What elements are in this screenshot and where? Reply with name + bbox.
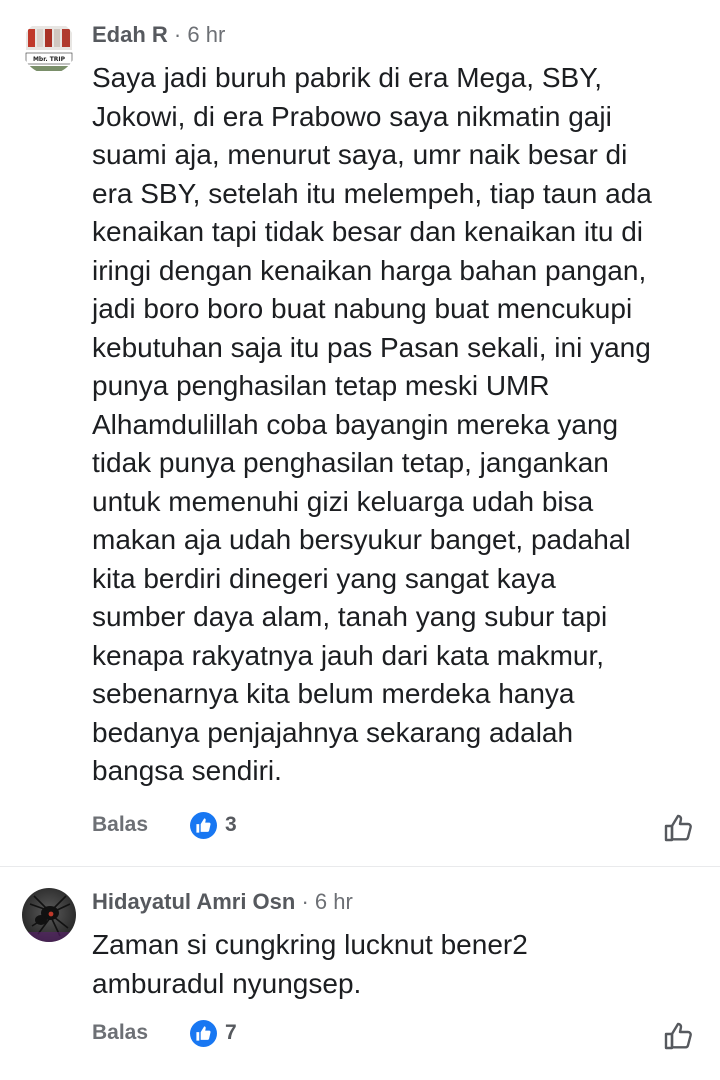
separator-dot: · <box>173 22 182 47</box>
reaction-count: 7 <box>225 1021 237 1044</box>
author-name[interactable]: Hidayatul Amri Osn <box>92 889 295 914</box>
like-badge-icon <box>190 1019 218 1047</box>
avatar[interactable]: Mbr. TRIP <box>22 20 76 74</box>
comment-header: Edah R · 6 hr <box>92 22 225 48</box>
separator-dot: · <box>301 889 309 914</box>
like-button[interactable] <box>662 812 694 844</box>
thumbs-up-icon <box>664 1022 692 1050</box>
reply-button[interactable]: Balas <box>92 1021 148 1045</box>
comment-text: Saya jadi buruh pabrik di era Mega, SBY,… <box>92 62 652 786</box>
avatar-image <box>22 888 76 942</box>
reply-button[interactable]: Balas <box>92 813 148 837</box>
avatar[interactable] <box>22 888 76 942</box>
comment-item: Mbr. TRIP Edah R · 6 hr Saya jadi buruh … <box>0 0 720 866</box>
timestamp[interactable]: 6 hr <box>187 22 225 47</box>
comment-actions: Balas 7 <box>92 1018 237 1048</box>
reaction-count: 3 <box>225 813 237 836</box>
comment-item: Hidayatul Amri Osn · 6 hr Zaman si cungk… <box>0 867 720 1080</box>
reaction-summary[interactable]: 7 <box>190 1019 237 1047</box>
like-button[interactable] <box>662 1020 694 1052</box>
comment-text: Zaman si cungkring lucknut bener2 ambura… <box>92 929 528 999</box>
avatar-label: Mbr. TRIP <box>33 56 66 63</box>
author-name[interactable]: Edah R <box>92 22 168 47</box>
reaction-summary[interactable]: 3 <box>190 811 237 839</box>
comment-header: Hidayatul Amri Osn · 6 hr <box>92 889 353 915</box>
like-badge-icon <box>190 811 218 839</box>
comment-actions: Balas 3 <box>92 810 237 840</box>
avatar-image: Mbr. TRIP <box>22 20 76 74</box>
timestamp[interactable]: 6 hr <box>315 889 353 914</box>
thumbs-up-icon <box>664 814 692 842</box>
